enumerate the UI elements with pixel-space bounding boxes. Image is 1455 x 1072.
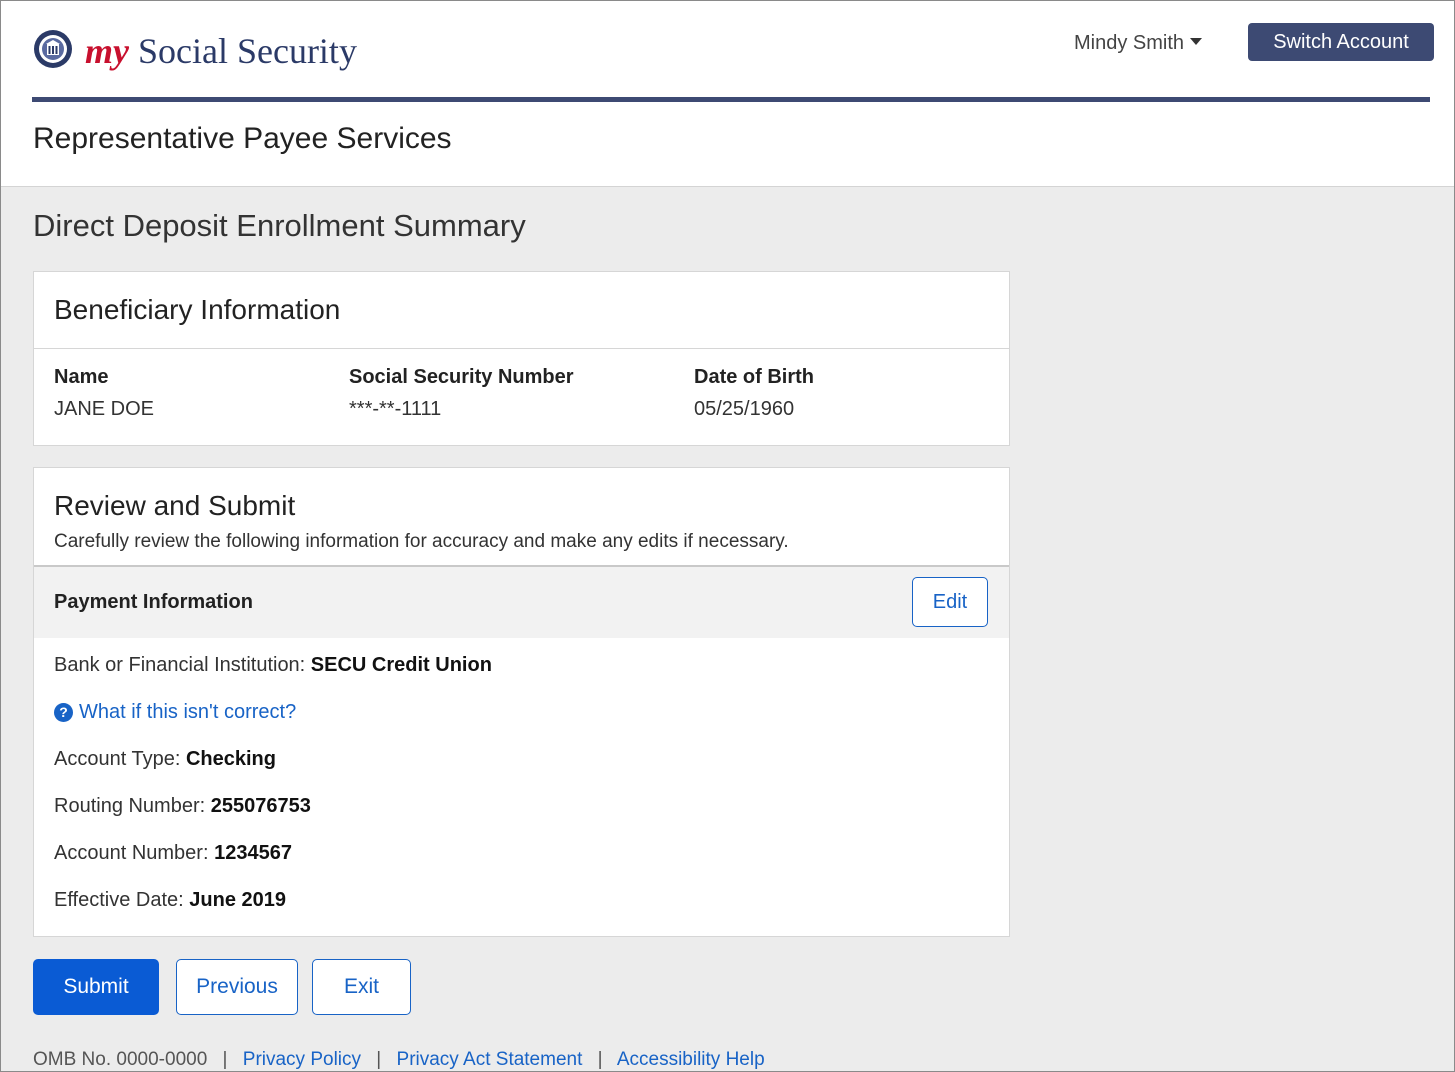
dob-label: Date of Birth bbox=[694, 366, 814, 388]
privacy-act-link[interactable]: Privacy Act Statement bbox=[397, 1049, 583, 1070]
routing-number-value: 255076753 bbox=[210, 795, 311, 817]
payment-info-header: Payment Information Edit bbox=[34, 567, 1009, 638]
question-circle-icon: ? bbox=[54, 702, 73, 722]
accessibility-help-link[interactable]: Accessibility Help bbox=[617, 1049, 765, 1070]
omb-number: OMB No. 0000-0000 bbox=[33, 1049, 208, 1070]
submit-button[interactable]: Submit bbox=[33, 959, 159, 1015]
review-card: Review and Submit Carefully review the f… bbox=[33, 467, 1010, 937]
brand-name: Social Security bbox=[137, 31, 357, 71]
site-header: my Social Security Mindy Smith Switch Ac… bbox=[1, 1, 1454, 187]
brand-my: my bbox=[85, 31, 129, 71]
bank-value: SECU Credit Union bbox=[310, 654, 492, 676]
account-type-label: Account Type: bbox=[54, 748, 186, 770]
help-link[interactable]: ? What if this isn't correct? bbox=[54, 700, 296, 724]
bank-row: Bank or Financial Institution: SECU Cred… bbox=[54, 653, 492, 677]
help-link-text: What if this isn't correct? bbox=[79, 701, 297, 723]
switch-account-button[interactable]: Switch Account bbox=[1248, 23, 1434, 61]
review-card-header: Review and Submit Carefully review the f… bbox=[34, 468, 1009, 567]
review-description: Carefully review the following informati… bbox=[54, 531, 789, 552]
name-label: Name bbox=[54, 366, 109, 388]
user-name: Mindy Smith bbox=[1074, 32, 1185, 54]
header-divider bbox=[32, 97, 1430, 102]
user-menu[interactable]: Mindy Smith bbox=[1074, 31, 1203, 55]
bank-label: Bank or Financial Institution: bbox=[54, 654, 311, 676]
effective-date-row: Effective Date: June 2019 bbox=[54, 888, 286, 912]
footer: OMB No. 0000-0000 | Privacy Policy | Pri… bbox=[33, 1048, 765, 1071]
payment-info-title: Payment Information bbox=[54, 591, 253, 613]
edit-button[interactable]: Edit bbox=[912, 577, 988, 627]
account-type-row: Account Type: Checking bbox=[54, 747, 276, 771]
privacy-policy-link[interactable]: Privacy Policy bbox=[243, 1049, 361, 1070]
routing-number-label: Routing Number: bbox=[54, 795, 211, 817]
effective-date-value: June 2019 bbox=[189, 889, 286, 911]
page: my Social Security Mindy Smith Switch Ac… bbox=[0, 0, 1455, 1072]
review-title: Review and Submit bbox=[54, 490, 296, 521]
ssn-label: Social Security Number bbox=[349, 366, 574, 388]
previous-button[interactable]: Previous bbox=[176, 959, 298, 1015]
caret-down-icon bbox=[1190, 38, 1203, 46]
routing-number-row: Routing Number: 255076753 bbox=[54, 794, 311, 818]
effective-date-label: Effective Date: bbox=[54, 889, 190, 911]
section-title: Representative Payee Services bbox=[33, 122, 452, 155]
account-number-row: Account Number: 1234567 bbox=[54, 841, 292, 865]
account-number-value: 1234567 bbox=[214, 842, 292, 864]
beneficiary-card-header: Beneficiary Information bbox=[34, 272, 1009, 349]
beneficiary-card: Beneficiary Information Name JANE DOE So… bbox=[33, 271, 1010, 446]
exit-button[interactable]: Exit bbox=[312, 959, 411, 1015]
footer-separator: | bbox=[222, 1049, 228, 1070]
ssa-seal-icon bbox=[34, 30, 72, 68]
beneficiary-title: Beneficiary Information bbox=[54, 294, 341, 325]
brand-title[interactable]: my Social Security bbox=[85, 29, 357, 73]
footer-separator: | bbox=[376, 1049, 382, 1070]
dob-value: 05/25/1960 bbox=[694, 398, 795, 420]
ssn-value: ***-**-1111 bbox=[349, 398, 442, 420]
page-title: Direct Deposit Enrollment Summary bbox=[33, 208, 526, 243]
name-value: JANE DOE bbox=[54, 398, 155, 420]
account-type-value: Checking bbox=[185, 748, 276, 770]
account-number-label: Account Number: bbox=[54, 842, 215, 864]
footer-separator: | bbox=[597, 1049, 603, 1070]
